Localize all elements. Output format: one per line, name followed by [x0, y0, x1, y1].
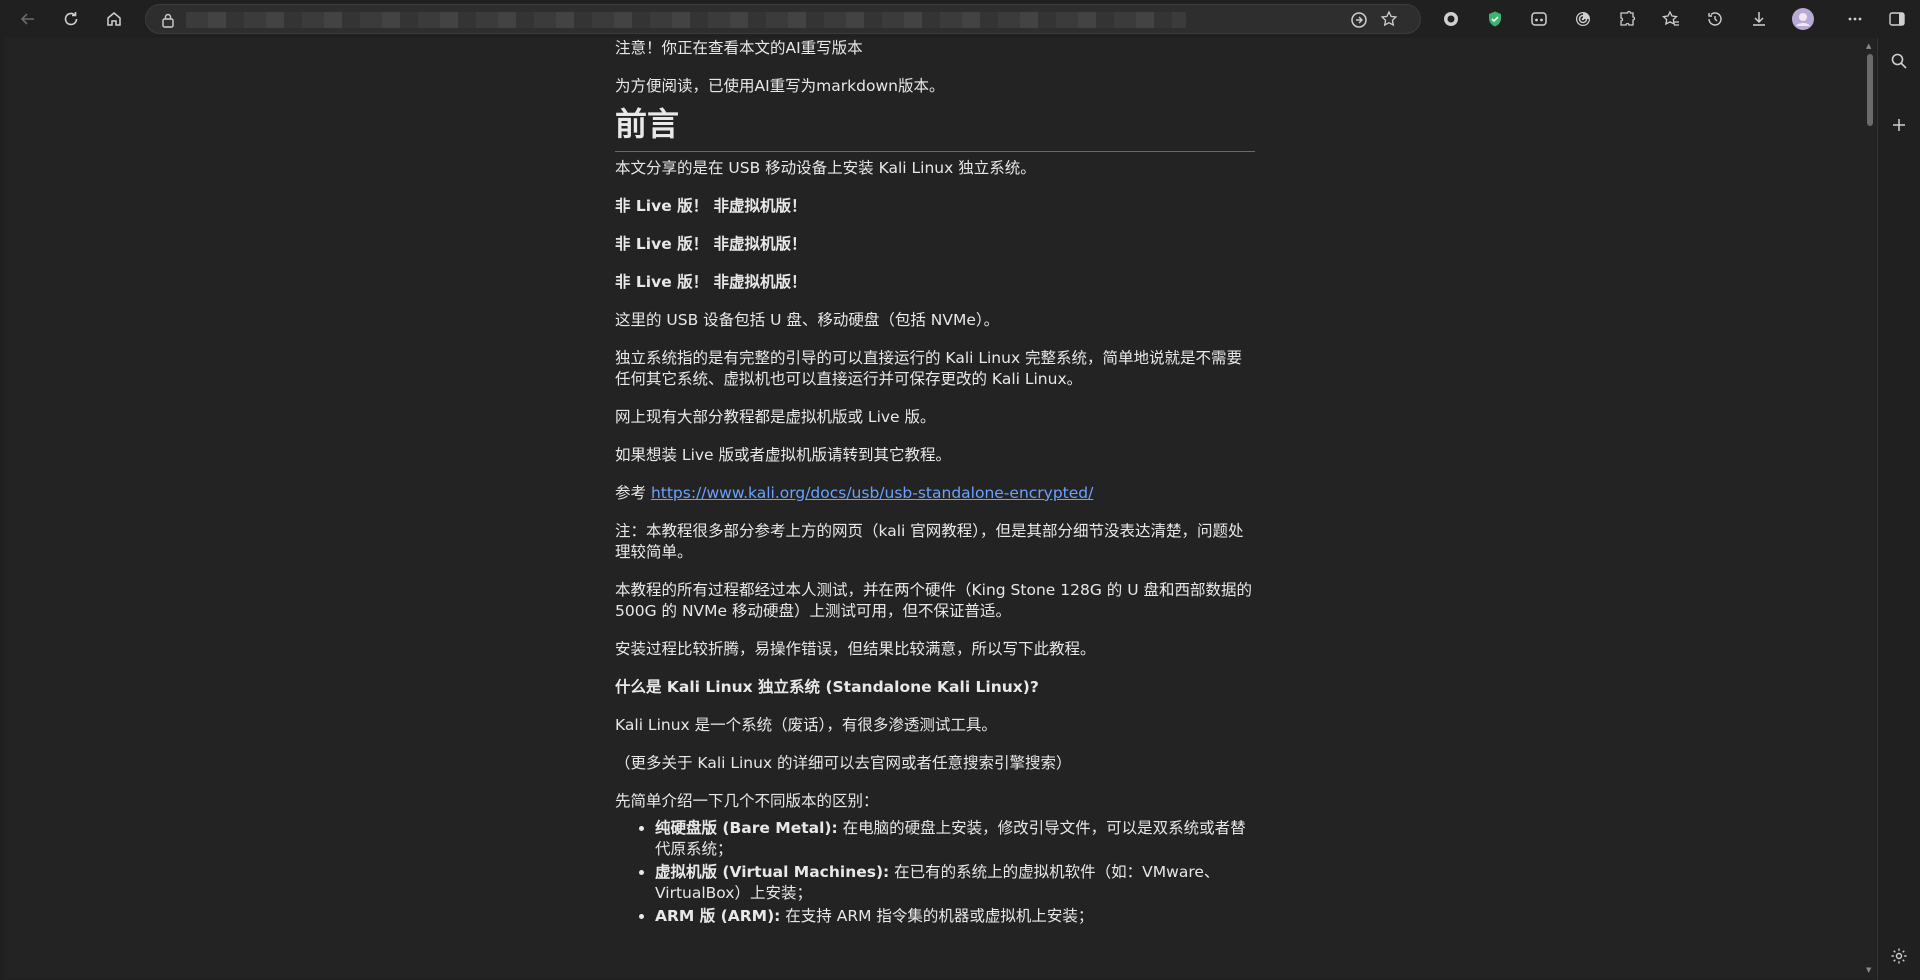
- reference-link[interactable]: https://www.kali.org/docs/usb/usb-standa…: [651, 484, 1093, 502]
- more-info-paragraph: （更多关于 Kali Linux 的详细可以去官网或者任意搜索引擎搜索）: [615, 754, 1072, 772]
- question-heading: 什么是 Kali Linux 独立系统 (Standalone Kali Lin…: [615, 678, 1039, 696]
- reference-label: 参考: [615, 484, 651, 502]
- reference-paragraph: 参考 https://www.kali.org/docs/usb/usb-sta…: [615, 483, 1255, 504]
- url-text-obscured[interactable]: [186, 12, 1186, 28]
- favorites-button[interactable]: [1656, 4, 1686, 34]
- game-extension-button[interactable]: [1524, 4, 1554, 34]
- versions-intro-paragraph: 先简单介绍一下几个不同版本的区别：: [615, 792, 879, 810]
- more-button[interactable]: [1840, 4, 1870, 34]
- scroll-thumb[interactable]: [1867, 54, 1873, 126]
- profile-avatar: [1792, 8, 1814, 30]
- shield-extension-button[interactable]: [1480, 4, 1510, 34]
- sidebar-search-button[interactable]: [1887, 49, 1911, 73]
- game-icon: [1531, 12, 1547, 26]
- note-paragraph: 注：本教程很多部分参考上方的网页（kali 官网教程），但是其部分细节没表达清楚…: [615, 522, 1244, 561]
- version-name: ARM 版 (ARM):: [655, 907, 781, 925]
- sidebar-icon: [1889, 12, 1905, 26]
- sidebar-settings-button[interactable]: [1887, 944, 1911, 968]
- online-tutorials-paragraph: 网上现有大部分教程都是虚拟机版或 Live 版。: [615, 408, 936, 426]
- extensions-icon: [1620, 10, 1636, 26]
- sidebar-add-button[interactable]: [1887, 113, 1911, 137]
- edge-sidebar: [1877, 38, 1920, 980]
- usb-devices-paragraph: 这里的 USB 设备包括 U 盘、移动硬盘（包括 NVMe）。: [615, 311, 1000, 329]
- browser-toolbar: [0, 0, 1920, 38]
- settings-icon: [1891, 948, 1907, 964]
- downloads-button[interactable]: [1744, 4, 1774, 34]
- article-content: 注意！你正在查看本文的AI重写版本 为方便阅读，已使用AI重写为markdown…: [615, 38, 1255, 929]
- read-aloud-icon[interactable]: [1350, 11, 1368, 33]
- favorites-icon: [1662, 10, 1679, 26]
- add-icon: [1893, 119, 1905, 131]
- record-icon: [1444, 12, 1458, 26]
- section-heading: 前言: [615, 105, 1255, 152]
- record-extension-button[interactable]: [1436, 4, 1466, 34]
- back-icon: [20, 13, 34, 25]
- lock-icon[interactable]: [161, 12, 175, 32]
- more-icon: [1848, 17, 1862, 21]
- refresh-button[interactable]: [56, 4, 86, 34]
- downloads-icon: [1753, 12, 1765, 26]
- home-icon: [107, 12, 121, 26]
- emphasis-line: 非 Live 版！ 非虚拟机版！: [615, 235, 807, 253]
- list-item: 纯硬盘版 (Bare Metal): 在电脑的硬盘上安装，修改引导文件，可以是双…: [655, 818, 1255, 860]
- other-tutorials-paragraph: 如果想装 Live 版或者虚拟机版请转到其它教程。: [615, 446, 952, 464]
- search-icon: [1891, 53, 1907, 69]
- kali-description-paragraph: Kali Linux 是一个系统（废话），有很多渗透测试工具。: [615, 716, 997, 734]
- spiral-extension-button[interactable]: [1568, 4, 1598, 34]
- shield-icon: [1489, 11, 1501, 27]
- emphasis-line: 非 Live 版！ 非虚拟机版！: [615, 197, 807, 215]
- versions-list: 纯硬盘版 (Bare Metal): 在电脑的硬盘上安装，修改引导文件，可以是双…: [615, 818, 1255, 927]
- home-button[interactable]: [99, 4, 129, 34]
- page-scrollbar[interactable]: ▲ ▼: [1865, 40, 1875, 978]
- process-paragraph: 安装过程比较折腾，易操作错误，但结果比较满意，所以写下此教程。: [615, 640, 1096, 658]
- history-button[interactable]: [1700, 4, 1730, 34]
- scroll-up-icon[interactable]: ▲: [1866, 42, 1871, 50]
- sidebar-toggle-button[interactable]: [1882, 4, 1912, 34]
- profile-button[interactable]: [1788, 4, 1818, 34]
- ai-rewrite-notice: 注意！你正在查看本文的AI重写版本: [615, 39, 863, 57]
- version-name: 纯硬盘版 (Bare Metal):: [655, 819, 838, 837]
- spiral-icon: [1576, 12, 1590, 26]
- intro-paragraph: 本文分享的是在 USB 移动设备上安装 Kali Linux 独立系统。: [615, 159, 1036, 177]
- rewrite-note: 为方便阅读，已使用AI重写为markdown版本。: [615, 77, 945, 95]
- list-item: ARM 版 (ARM): 在支持 ARM 指令集的机器或虚拟机上安装；: [655, 906, 1255, 927]
- extensions-button[interactable]: [1612, 4, 1642, 34]
- standalone-definition-paragraph: 独立系统指的是有完整的引导的可以直接运行的 Kali Linux 完整系统，简单…: [615, 349, 1243, 388]
- emphasis-line: 非 Live 版！ 非虚拟机版！: [615, 273, 807, 291]
- favorite-star-icon[interactable]: [1380, 10, 1398, 32]
- history-icon: [1708, 12, 1722, 26]
- tested-paragraph: 本教程的所有过程都经过本人测试，并在两个硬件（King Stone 128G 的…: [615, 581, 1252, 620]
- address-bar[interactable]: [145, 4, 1421, 34]
- list-item: 虚拟机版 (Virtual Machines): 在已有的系统上的虚拟机软件（如…: [655, 862, 1255, 904]
- refresh-icon: [64, 12, 78, 26]
- version-description: 在支持 ARM 指令集的机器或虚拟机上安装；: [780, 907, 1094, 925]
- scroll-down-icon[interactable]: ▼: [1866, 966, 1871, 974]
- version-name: 虚拟机版 (Virtual Machines):: [655, 863, 890, 881]
- back-button[interactable]: [13, 4, 43, 34]
